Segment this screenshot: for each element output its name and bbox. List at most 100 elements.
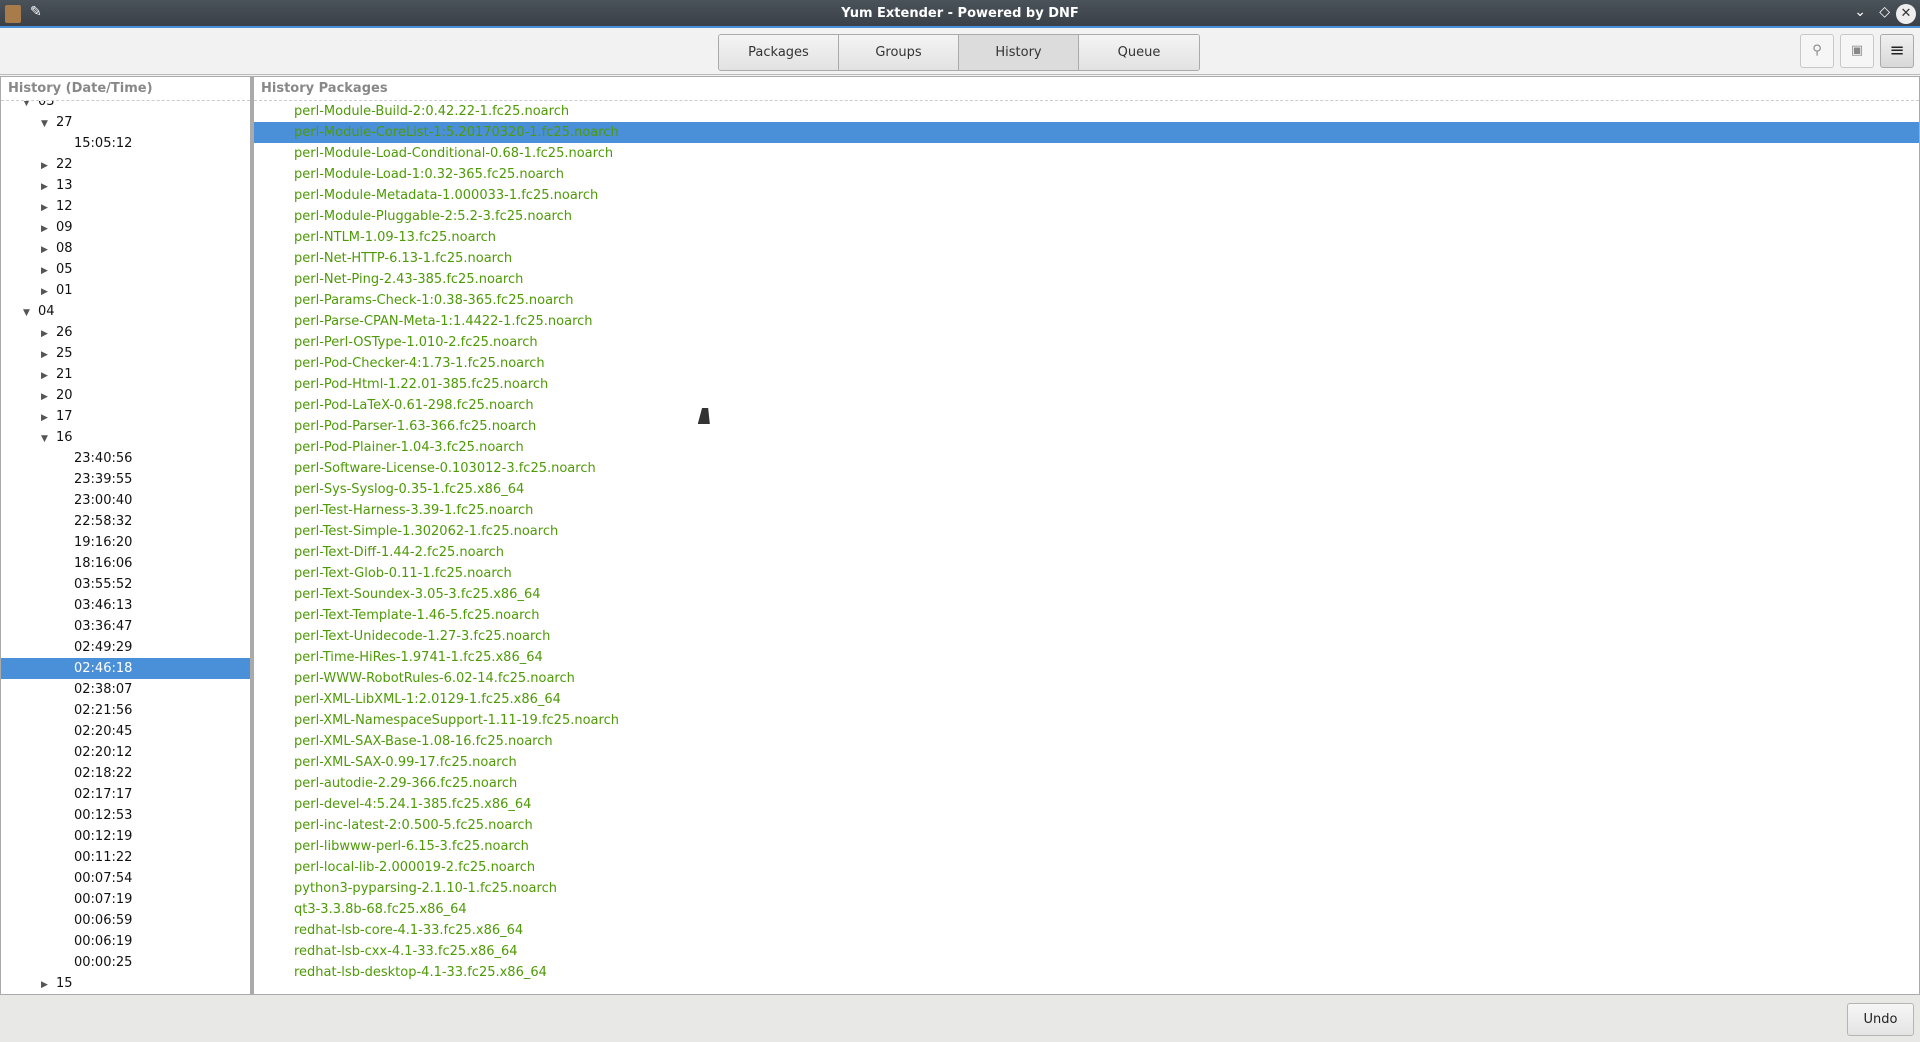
- tree-item[interactable]: 00:06:59: [1, 910, 250, 931]
- tree-item[interactable]: 02:46:18: [1, 658, 250, 679]
- tree-item[interactable]: 03:46:13: [1, 595, 250, 616]
- tree-item[interactable]: ▶ 12: [1, 196, 250, 217]
- tree-item[interactable]: 03:55:52: [1, 574, 250, 595]
- tree-item[interactable]: 23:39:55: [1, 469, 250, 490]
- package-row[interactable]: perl-Perl-OSType-1.010-2.fc25.noarch: [254, 332, 1919, 353]
- package-row[interactable]: perl-Net-HTTP-6.13-1.fc25.noarch: [254, 248, 1919, 269]
- tree-item[interactable]: 03:36:47: [1, 616, 250, 637]
- collapsed-arrow-icon[interactable]: ▶: [41, 156, 56, 177]
- tree-item[interactable]: 00:00:25: [1, 952, 250, 973]
- tree-item[interactable]: ▶ 21: [1, 364, 250, 385]
- package-row[interactable]: perl-Sys-Syslog-0.35-1.fc25.x86_64: [254, 479, 1919, 500]
- expanded-arrow-icon[interactable]: ▼: [41, 114, 56, 135]
- tree-item[interactable]: 00:07:54: [1, 868, 250, 889]
- package-row[interactable]: perl-Pod-LaTeX-0.61-298.fc25.noarch: [254, 395, 1919, 416]
- tree-item[interactable]: ▼ 04: [1, 301, 250, 322]
- collapsed-arrow-icon[interactable]: ▶: [41, 975, 56, 994]
- tree-item[interactable]: ▼ 03: [1, 101, 250, 112]
- tree-item[interactable]: ▶ 08: [1, 238, 250, 259]
- tree-item[interactable]: 19:16:20: [1, 532, 250, 553]
- package-row[interactable]: perl-Test-Harness-3.39-1.fc25.noarch: [254, 500, 1919, 521]
- package-row[interactable]: perl-XML-SAX-0.99-17.fc25.noarch: [254, 752, 1919, 773]
- tree-item[interactable]: 00:06:19: [1, 931, 250, 952]
- tree-item[interactable]: ▶ 20: [1, 385, 250, 406]
- collapsed-arrow-icon[interactable]: ▶: [41, 324, 56, 345]
- search-button[interactable]: ⚲: [1800, 34, 1834, 68]
- tree-item[interactable]: 23:00:40: [1, 490, 250, 511]
- tab-queue[interactable]: Queue: [1079, 35, 1199, 70]
- expanded-arrow-icon[interactable]: ▼: [23, 101, 38, 114]
- tree-item[interactable]: 00:12:53: [1, 805, 250, 826]
- collapsed-arrow-icon[interactable]: ▶: [41, 408, 56, 429]
- package-row[interactable]: perl-XML-LibXML-1:2.0129-1.fc25.x86_64: [254, 689, 1919, 710]
- tree-item[interactable]: 23:40:56: [1, 448, 250, 469]
- tree-item[interactable]: 22:58:32: [1, 511, 250, 532]
- collapsed-arrow-icon[interactable]: ▶: [41, 177, 56, 198]
- package-row[interactable]: perl-Pod-Parser-1.63-366.fc25.noarch: [254, 416, 1919, 437]
- package-row[interactable]: redhat-lsb-cxx-4.1-33.fc25.x86_64: [254, 941, 1919, 962]
- collapsed-arrow-icon[interactable]: ▶: [41, 345, 56, 366]
- package-row[interactable]: perl-Pod-Html-1.22.01-385.fc25.noarch: [254, 374, 1919, 395]
- package-row[interactable]: perl-Text-Diff-1.44-2.fc25.noarch: [254, 542, 1919, 563]
- package-row[interactable]: perl-Module-Load-1:0.32-365.fc25.noarch: [254, 164, 1919, 185]
- package-row[interactable]: perl-Text-Glob-0.11-1.fc25.noarch: [254, 563, 1919, 584]
- package-row[interactable]: perl-libwww-perl-6.15-3.fc25.noarch: [254, 836, 1919, 857]
- collapsed-arrow-icon[interactable]: ▶: [41, 387, 56, 408]
- package-row[interactable]: perl-Parse-CPAN-Meta-1:1.4422-1.fc25.noa…: [254, 311, 1919, 332]
- tree-item[interactable]: ▶ 26: [1, 322, 250, 343]
- tab-history[interactable]: History: [959, 35, 1079, 70]
- tree-item[interactable]: 18:16:06: [1, 553, 250, 574]
- package-row[interactable]: perl-inc-latest-2:0.500-5.fc25.noarch: [254, 815, 1919, 836]
- package-row[interactable]: redhat-lsb-core-4.1-33.fc25.x86_64: [254, 920, 1919, 941]
- tree-item[interactable]: ▼ 27: [1, 112, 250, 133]
- history-packages-header[interactable]: History Packages: [254, 77, 1919, 101]
- tree-item[interactable]: ▶ 15: [1, 973, 250, 994]
- package-row[interactable]: perl-Module-Pluggable-2:5.2-3.fc25.noarc…: [254, 206, 1919, 227]
- collapsed-arrow-icon[interactable]: ▶: [41, 240, 56, 261]
- maximize-icon[interactable]: ◇: [1879, 4, 1890, 20]
- package-row[interactable]: perl-Time-HiRes-1.9741-1.fc25.x86_64: [254, 647, 1919, 668]
- package-row[interactable]: perl-Net-Ping-2.43-385.fc25.noarch: [254, 269, 1919, 290]
- package-row[interactable]: perl-Software-License-0.103012-3.fc25.no…: [254, 458, 1919, 479]
- package-row[interactable]: perl-local-lib-2.000019-2.fc25.noarch: [254, 857, 1919, 878]
- package-row[interactable]: perl-Module-Metadata-1.000033-1.fc25.noa…: [254, 185, 1919, 206]
- undo-button[interactable]: Undo: [1847, 1003, 1914, 1036]
- package-row[interactable]: perl-Params-Check-1:0.38-365.fc25.noarch: [254, 290, 1919, 311]
- tree-item[interactable]: 02:17:17: [1, 784, 250, 805]
- package-row[interactable]: perl-Module-Load-Conditional-0.68-1.fc25…: [254, 143, 1919, 164]
- tree-item[interactable]: 00:11:22: [1, 847, 250, 868]
- tree-item[interactable]: ▶ 01: [1, 280, 250, 301]
- collapsed-arrow-icon[interactable]: ▶: [41, 219, 56, 240]
- expanded-arrow-icon[interactable]: ▼: [23, 303, 38, 324]
- package-row[interactable]: perl-devel-4:5.24.1-385.fc25.x86_64: [254, 794, 1919, 815]
- tree-item[interactable]: 15:05:12: [1, 133, 250, 154]
- tree-item[interactable]: ▶ 22: [1, 154, 250, 175]
- package-row[interactable]: perl-Module-CoreList-1:5.20170320-1.fc25…: [254, 122, 1919, 143]
- tree-item[interactable]: ▶ 13: [1, 175, 250, 196]
- tree-item[interactable]: 00:07:19: [1, 889, 250, 910]
- package-row[interactable]: perl-XML-NamespaceSupport-1.11-19.fc25.n…: [254, 710, 1919, 731]
- history-tree-header[interactable]: History (Date/Time): [1, 77, 250, 101]
- tree-item[interactable]: 02:20:45: [1, 721, 250, 742]
- tree-item[interactable]: ▶ 09: [1, 217, 250, 238]
- tree-item[interactable]: 02:21:56: [1, 700, 250, 721]
- package-row[interactable]: perl-XML-SAX-Base-1.08-16.fc25.noarch: [254, 731, 1919, 752]
- package-row[interactable]: perl-Text-Unidecode-1.27-3.fc25.noarch: [254, 626, 1919, 647]
- tree-item[interactable]: ▶ 25: [1, 343, 250, 364]
- tree-item[interactable]: ▶ 05: [1, 259, 250, 280]
- package-row[interactable]: perl-Text-Soundex-3.05-3.fc25.x86_64: [254, 584, 1919, 605]
- menu-button[interactable]: ≡: [1880, 34, 1914, 68]
- expanded-arrow-icon[interactable]: ▼: [41, 429, 56, 450]
- package-row[interactable]: redhat-lsb-desktop-4.1-33.fc25.x86_64: [254, 962, 1919, 983]
- package-row[interactable]: perl-autodie-2.29-366.fc25.noarch: [254, 773, 1919, 794]
- tab-packages[interactable]: Packages: [719, 35, 839, 70]
- package-row[interactable]: perl-Test-Simple-1.302062-1.fc25.noarch: [254, 521, 1919, 542]
- tree-item[interactable]: 02:38:07: [1, 679, 250, 700]
- collapsed-arrow-icon[interactable]: ▶: [41, 282, 56, 303]
- package-row[interactable]: perl-NTLM-1.09-13.fc25.noarch: [254, 227, 1919, 248]
- tree-item[interactable]: 02:18:22: [1, 763, 250, 784]
- collapsed-arrow-icon[interactable]: ▶: [41, 198, 56, 219]
- tree-item[interactable]: ▼ 16: [1, 427, 250, 448]
- preview-button[interactable]: ▣: [1840, 34, 1874, 68]
- collapsed-arrow-icon[interactable]: ▶: [41, 261, 56, 282]
